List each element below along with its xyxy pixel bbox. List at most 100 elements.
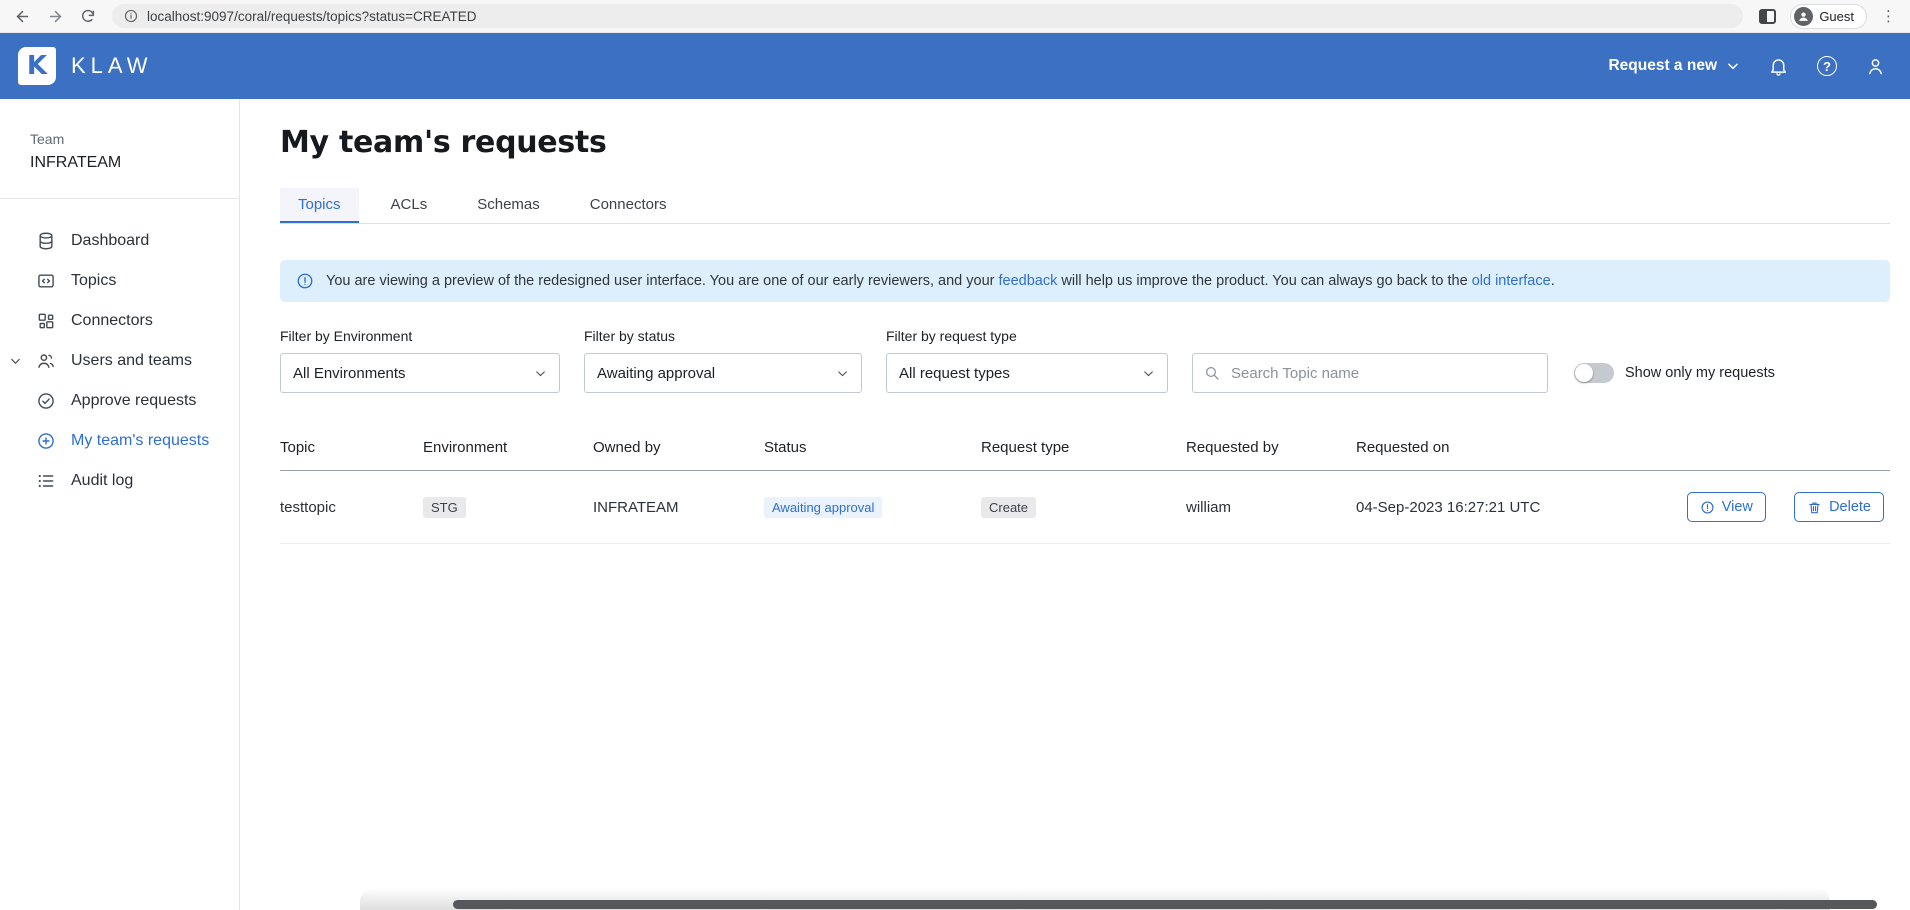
tab-topics[interactable]: Topics	[280, 188, 359, 223]
banner-text-part: will help us improve the product. You ca…	[1057, 273, 1471, 289]
table-header-row: Topic Environment Owned by Status Reques…	[280, 439, 1890, 471]
status-select-value: Awaiting approval	[597, 365, 715, 382]
environment-select-value: All Environments	[293, 365, 406, 382]
page-title: My team's requests	[280, 125, 1890, 160]
request-type-badge: Create	[981, 497, 1036, 518]
chevron-down-icon[interactable]	[9, 355, 22, 368]
browser-reload-icon[interactable]	[80, 8, 96, 24]
show-only-my-requests-toggle[interactable]	[1574, 363, 1614, 383]
plus-circle-icon	[36, 431, 56, 451]
browser-forward-icon[interactable]	[47, 8, 64, 25]
column-header-actions	[1683, 439, 1890, 471]
klaw-logo-icon: K	[18, 47, 56, 85]
check-circle-icon	[36, 391, 56, 411]
help-icon[interactable]: ?	[1817, 56, 1837, 76]
sidebar-item-label: Dashboard	[71, 232, 149, 250]
column-header-status: Status	[764, 439, 981, 471]
cell-topic: testtopic	[280, 471, 423, 544]
search-input[interactable]	[1229, 364, 1536, 383]
cell-requested-on: 04-Sep-2023 16:27:21 UTC	[1356, 471, 1683, 544]
banner-text-part: .	[1551, 273, 1555, 289]
connectors-grid-icon	[36, 311, 56, 331]
delete-button-label: Delete	[1829, 499, 1871, 515]
banner-text: You are viewing a preview of the redesig…	[326, 273, 1555, 289]
toggle-label: Show only my requests	[1625, 365, 1775, 381]
column-header-owned-by: Owned by	[593, 439, 764, 471]
chevron-down-icon	[1726, 59, 1740, 73]
klaw-logo-text: KLAW	[71, 53, 153, 79]
delete-button[interactable]: Delete	[1794, 492, 1884, 522]
request-type-select-value: All request types	[899, 365, 1010, 382]
profile-name: Guest	[1819, 9, 1854, 24]
requests-table: Topic Environment Owned by Status Reques…	[280, 439, 1890, 544]
horizontal-scrollbar-thumb[interactable]	[453, 900, 1877, 909]
status-filter-label: Filter by status	[584, 328, 862, 344]
tab-acls[interactable]: ACLs	[373, 188, 446, 223]
status-select[interactable]: Awaiting approval	[584, 353, 862, 393]
column-header-requested-by: Requested by	[1186, 439, 1356, 471]
app-header: K KLAW Request a new ?	[0, 33, 1910, 99]
toggle-knob	[1575, 364, 1593, 382]
sidebar-item-label: Approve requests	[71, 392, 196, 410]
request-a-new-button[interactable]: Request a new	[1608, 57, 1740, 75]
filters-bar: Filter by Environment All Environments F…	[280, 328, 1890, 393]
notifications-bell-icon[interactable]	[1768, 56, 1789, 77]
request-type-tabs: Topics ACLs Schemas Connectors	[280, 188, 1890, 224]
sidebar-item-label: Topics	[71, 272, 116, 290]
chevron-down-icon	[1142, 367, 1155, 380]
browser-profile-chip[interactable]: Guest	[1790, 4, 1867, 29]
url-text: localhost:9097/coral/requests/topics?sta…	[147, 9, 477, 24]
trash-icon	[1807, 500, 1822, 515]
request-type-select[interactable]: All request types	[886, 353, 1168, 393]
cell-requested-by: william	[1186, 471, 1356, 544]
klaw-logo[interactable]: K KLAW	[18, 47, 153, 85]
cell-owned-by: INFRATEAM	[593, 471, 764, 544]
column-header-requested-on: Requested on	[1356, 439, 1683, 471]
team-label: Team	[30, 131, 209, 147]
table-row: testtopic STG INFRATEAM Awaiting approva…	[280, 471, 1890, 544]
site-info-icon[interactable]	[124, 9, 138, 23]
users-icon	[36, 351, 56, 371]
sidebar-item-label: Connectors	[71, 312, 153, 330]
view-button[interactable]: View	[1687, 492, 1766, 522]
sidebar-item-label: Audit log	[71, 472, 133, 490]
search-icon	[1204, 365, 1220, 381]
banner-text-part: You are viewing a preview of the redesig…	[326, 273, 999, 289]
profile-avatar-icon	[1794, 7, 1813, 26]
sidebar-item-my-teams-requests[interactable]: My team's requests	[0, 421, 239, 461]
old-interface-link[interactable]: old interface	[1472, 273, 1551, 289]
sidebar-nav: Dashboard Topics Connectors	[0, 199, 239, 523]
chevron-down-icon	[534, 367, 547, 380]
side-panel-icon[interactable]	[1759, 9, 1776, 24]
request-type-filter-label: Filter by request type	[886, 328, 1168, 344]
sidebar-item-connectors[interactable]: Connectors	[0, 301, 239, 341]
feedback-link[interactable]: feedback	[999, 273, 1058, 289]
info-icon	[296, 272, 314, 290]
request-a-new-label: Request a new	[1608, 57, 1717, 75]
sidebar-item-label: Users and teams	[71, 352, 192, 370]
user-profile-icon[interactable]	[1865, 56, 1886, 77]
browser-toolbar: localhost:9097/coral/requests/topics?sta…	[0, 0, 1910, 33]
sidebar: Team INFRATEAM Dashboard Topics Connec	[0, 99, 240, 910]
my-requests-toggle-wrap: Show only my requests	[1574, 363, 1775, 383]
browser-controls: Guest ⋮	[1759, 4, 1896, 29]
topic-search-box	[1192, 353, 1548, 393]
environment-select[interactable]: All Environments	[280, 353, 560, 393]
tab-connectors[interactable]: Connectors	[572, 188, 685, 223]
view-button-label: View	[1722, 499, 1753, 515]
sidebar-item-audit-log[interactable]: Audit log	[0, 461, 239, 501]
sidebar-item-approve-requests[interactable]: Approve requests	[0, 381, 239, 421]
tab-schemas[interactable]: Schemas	[459, 188, 558, 223]
column-header-request-type: Request type	[981, 439, 1186, 471]
address-bar[interactable]: localhost:9097/coral/requests/topics?sta…	[112, 4, 1743, 28]
column-header-topic: Topic	[280, 439, 423, 471]
browser-menu-icon[interactable]: ⋮	[1881, 9, 1896, 24]
preview-info-banner: You are viewing a preview of the redesig…	[280, 260, 1890, 302]
sidebar-item-users-and-teams[interactable]: Users and teams	[0, 341, 239, 381]
team-name: INFRATEAM	[30, 154, 209, 172]
browser-back-icon[interactable]	[14, 8, 31, 25]
sidebar-item-topics[interactable]: Topics	[0, 261, 239, 301]
team-block: Team INFRATEAM	[0, 99, 239, 199]
sidebar-item-dashboard[interactable]: Dashboard	[0, 221, 239, 261]
sidebar-item-label: My team's requests	[71, 432, 209, 450]
